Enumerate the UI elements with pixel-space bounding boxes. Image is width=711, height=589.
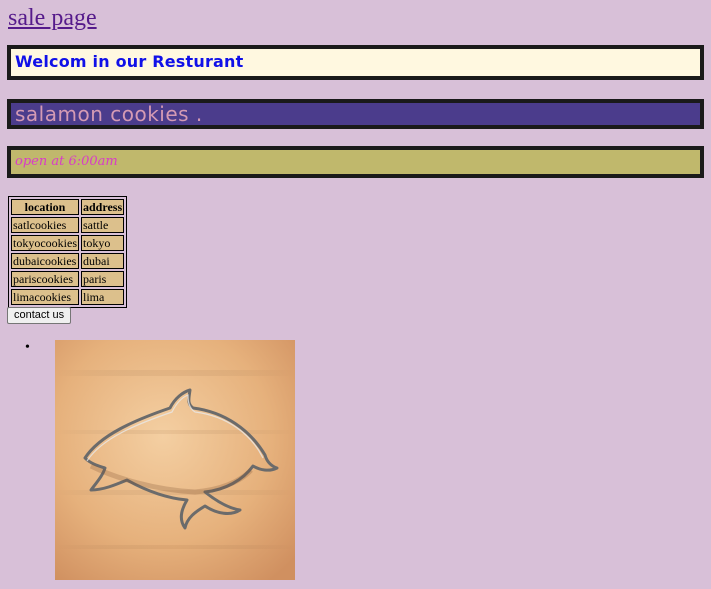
- contact-us-button[interactable]: contact us: [7, 307, 72, 324]
- opening-hours-banner: open at 6:00am: [7, 146, 704, 178]
- table-row: limacookies lima: [11, 289, 125, 305]
- location-cell: tokyocookies: [11, 235, 79, 251]
- dolphin-cookie-cutter-image: [55, 340, 295, 580]
- opening-hours-text: open at 6:00am: [15, 154, 118, 169]
- address-cell: dubai: [81, 253, 125, 269]
- location-cell: dubaicookies: [11, 253, 79, 269]
- list-bullet: •: [25, 340, 30, 355]
- location-cell: pariscookies: [11, 271, 79, 287]
- table-row: tokyocookies tokyo: [11, 235, 125, 251]
- column-header-location: location: [11, 199, 79, 215]
- address-cell: tokyo: [81, 235, 125, 251]
- location-cell: satlcookies: [11, 217, 79, 233]
- restaurant-name-text: salamon cookies .: [15, 102, 203, 126]
- welcome-text: Welcom in our Resturant: [15, 52, 244, 71]
- address-cell: sattle: [81, 217, 125, 233]
- locations-table: location address satlcookies sattle toky…: [8, 196, 128, 308]
- sale-page-link[interactable]: sale page: [8, 4, 97, 32]
- address-cell: paris: [81, 271, 125, 287]
- table-header-row: location address: [11, 199, 125, 215]
- welcome-banner: Welcom in our Resturant: [7, 45, 704, 80]
- column-header-address: address: [81, 199, 125, 215]
- table-row: pariscookies paris: [11, 271, 125, 287]
- table-row: dubaicookies dubai: [11, 253, 125, 269]
- table-row: satlcookies sattle: [11, 217, 125, 233]
- location-cell: limacookies: [11, 289, 79, 305]
- address-cell: lima: [81, 289, 125, 305]
- restaurant-name-banner: salamon cookies .: [7, 99, 704, 129]
